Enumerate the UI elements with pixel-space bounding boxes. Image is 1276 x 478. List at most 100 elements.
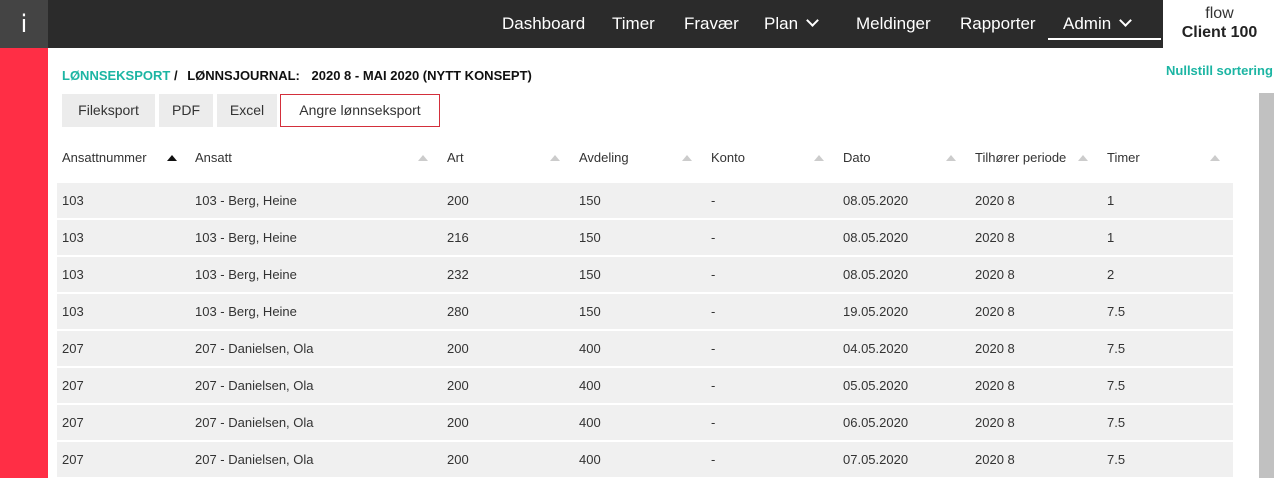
cell-art: 200: [447, 452, 469, 467]
sort-icon[interactable]: [1078, 155, 1088, 161]
cell-konto: -: [711, 230, 716, 245]
column-header-ansatt[interactable]: Ansatt: [195, 150, 232, 165]
column-header-konto[interactable]: Konto: [711, 150, 745, 165]
column-header-avdeling[interactable]: Avdeling: [579, 150, 629, 165]
sort-icon[interactable]: [418, 155, 428, 161]
cell-avdeling: 400: [579, 415, 601, 430]
breadcrumb-label: LØNNSJOURNAL:: [187, 68, 300, 83]
client-app-name: flow: [1205, 5, 1234, 22]
cell-ansattnummer: 207: [62, 378, 84, 393]
undo-export-button[interactable]: Angre lønnseksport: [280, 94, 440, 127]
cell-periode: 2020 8: [975, 452, 1015, 467]
cell-avdeling: 400: [579, 452, 601, 467]
cell-avdeling: 150: [579, 230, 601, 245]
cell-art: 200: [447, 378, 469, 393]
cell-konto: -: [711, 193, 716, 208]
table-row[interactable]: 207 207 - Danielsen, Ola 200 400 - 06.05…: [57, 405, 1233, 440]
nav-plan-label: Plan: [764, 14, 799, 33]
nav-meldinger[interactable]: Meldinger: [856, 0, 931, 48]
cell-ansattnummer: 103: [62, 230, 84, 245]
cell-ansattnummer: 207: [62, 341, 84, 356]
nav-dashboard[interactable]: Dashboard: [502, 0, 585, 48]
cell-avdeling: 150: [579, 304, 601, 319]
nav-rapporter[interactable]: Rapporter: [960, 0, 1036, 48]
active-nav-underline: [1048, 38, 1161, 40]
fileksport-button[interactable]: Fileksport: [62, 94, 155, 127]
cell-ansatt: 207 - Danielsen, Ola: [195, 378, 314, 393]
cell-ansatt: 207 - Danielsen, Ola: [195, 452, 314, 467]
cell-ansattnummer: 207: [62, 415, 84, 430]
nav-admin[interactable]: Admin: [1063, 0, 1133, 48]
cell-konto: -: [711, 267, 716, 282]
cell-dato: 06.05.2020: [843, 415, 909, 430]
sort-icon[interactable]: [946, 155, 956, 161]
table-row[interactable]: 103 103 - Berg, Heine 232 150 - 08.05.20…: [57, 257, 1233, 292]
breadcrumb-value: 2020 8 - MAI 2020 (NYTT KONSEPT): [311, 68, 532, 83]
cell-avdeling: 400: [579, 341, 601, 356]
cell-art: 200: [447, 415, 469, 430]
cell-art: 280: [447, 304, 469, 319]
nav-fravaer[interactable]: Fravær: [684, 0, 739, 48]
top-navigation-bar: i Dashboard Timer Fravær Plan Meldinger …: [0, 0, 1276, 48]
cell-ansatt: 103 - Berg, Heine: [195, 193, 297, 208]
chevron-down-icon: [806, 14, 819, 27]
cell-ansattnummer: 103: [62, 193, 84, 208]
cell-timer: 7.5: [1107, 341, 1126, 356]
cell-dato: 05.05.2020: [843, 378, 909, 393]
nav-admin-label: Admin: [1063, 14, 1112, 33]
cell-dato: 07.05.2020: [843, 452, 909, 467]
sort-icon[interactable]: [1210, 155, 1220, 161]
column-header-tilhorer-periode[interactable]: Tilhører periode: [975, 150, 1066, 165]
reset-sort-link[interactable]: Nullstill sortering: [1166, 63, 1273, 78]
cell-ansattnummer: 103: [62, 267, 84, 282]
cell-periode: 2020 8: [975, 304, 1015, 319]
info-icon: i: [20, 10, 28, 38]
cell-dato: 08.05.2020: [843, 267, 909, 282]
column-header-timer[interactable]: Timer: [1107, 150, 1140, 165]
column-header-dato[interactable]: Dato: [843, 150, 870, 165]
cell-avdeling: 400: [579, 378, 601, 393]
cell-konto: -: [711, 378, 716, 393]
scrollbar-thumb[interactable]: [1259, 93, 1274, 478]
column-header-ansattnummer[interactable]: Ansattnummer: [62, 150, 147, 165]
sort-icon[interactable]: [814, 155, 824, 161]
breadcrumb-separator: /: [173, 68, 178, 83]
table-row[interactable]: 207 207 - Danielsen, Ola 200 400 - 07.05…: [57, 442, 1233, 477]
pdf-button[interactable]: PDF: [159, 94, 213, 127]
side-accent-bar: [0, 48, 48, 478]
column-header-art[interactable]: Art: [447, 150, 464, 165]
excel-button[interactable]: Excel: [217, 94, 277, 127]
cell-avdeling: 150: [579, 267, 601, 282]
cell-konto: -: [711, 415, 716, 430]
cell-dato: 04.05.2020: [843, 341, 909, 356]
nav-timer[interactable]: Timer: [612, 0, 655, 48]
table-row[interactable]: 207 207 - Danielsen, Ola 200 400 - 04.05…: [57, 331, 1233, 366]
info-button[interactable]: i: [0, 0, 48, 48]
nav-plan[interactable]: Plan: [764, 0, 819, 48]
cell-ansatt: 103 - Berg, Heine: [195, 304, 297, 319]
sort-icon[interactable]: [550, 155, 560, 161]
client-name: Client 100: [1181, 24, 1258, 41]
cell-timer: 7.5: [1107, 304, 1126, 319]
cell-ansattnummer: 207: [62, 452, 84, 467]
breadcrumb-link-lonnseksport[interactable]: LØNNSEKSPORT: [62, 68, 170, 83]
cell-dato: 08.05.2020: [843, 230, 909, 245]
cell-timer: 7.5: [1107, 415, 1126, 430]
cell-timer: 7.5: [1107, 452, 1126, 467]
table-row[interactable]: 103 103 - Berg, Heine 200 150 - 08.05.20…: [57, 183, 1233, 218]
client-selector[interactable]: flow Client 100: [1163, 0, 1276, 48]
cell-art: 200: [447, 193, 469, 208]
sort-icon[interactable]: [682, 155, 692, 161]
cell-periode: 2020 8: [975, 378, 1015, 393]
cell-timer: 1: [1107, 193, 1115, 208]
table-row[interactable]: 103 103 - Berg, Heine 280 150 - 19.05.20…: [57, 294, 1233, 329]
cell-timer: 7.5: [1107, 378, 1126, 393]
cell-art: 200: [447, 341, 469, 356]
cell-ansatt: 103 - Berg, Heine: [195, 230, 297, 245]
cell-avdeling: 150: [579, 193, 601, 208]
cell-art: 216: [447, 230, 469, 245]
table-row[interactable]: 103 103 - Berg, Heine 216 150 - 08.05.20…: [57, 220, 1233, 255]
chevron-down-icon: [1119, 14, 1133, 27]
sort-asc-icon[interactable]: [167, 155, 177, 161]
table-row[interactable]: 207 207 - Danielsen, Ola 200 400 - 05.05…: [57, 368, 1233, 403]
